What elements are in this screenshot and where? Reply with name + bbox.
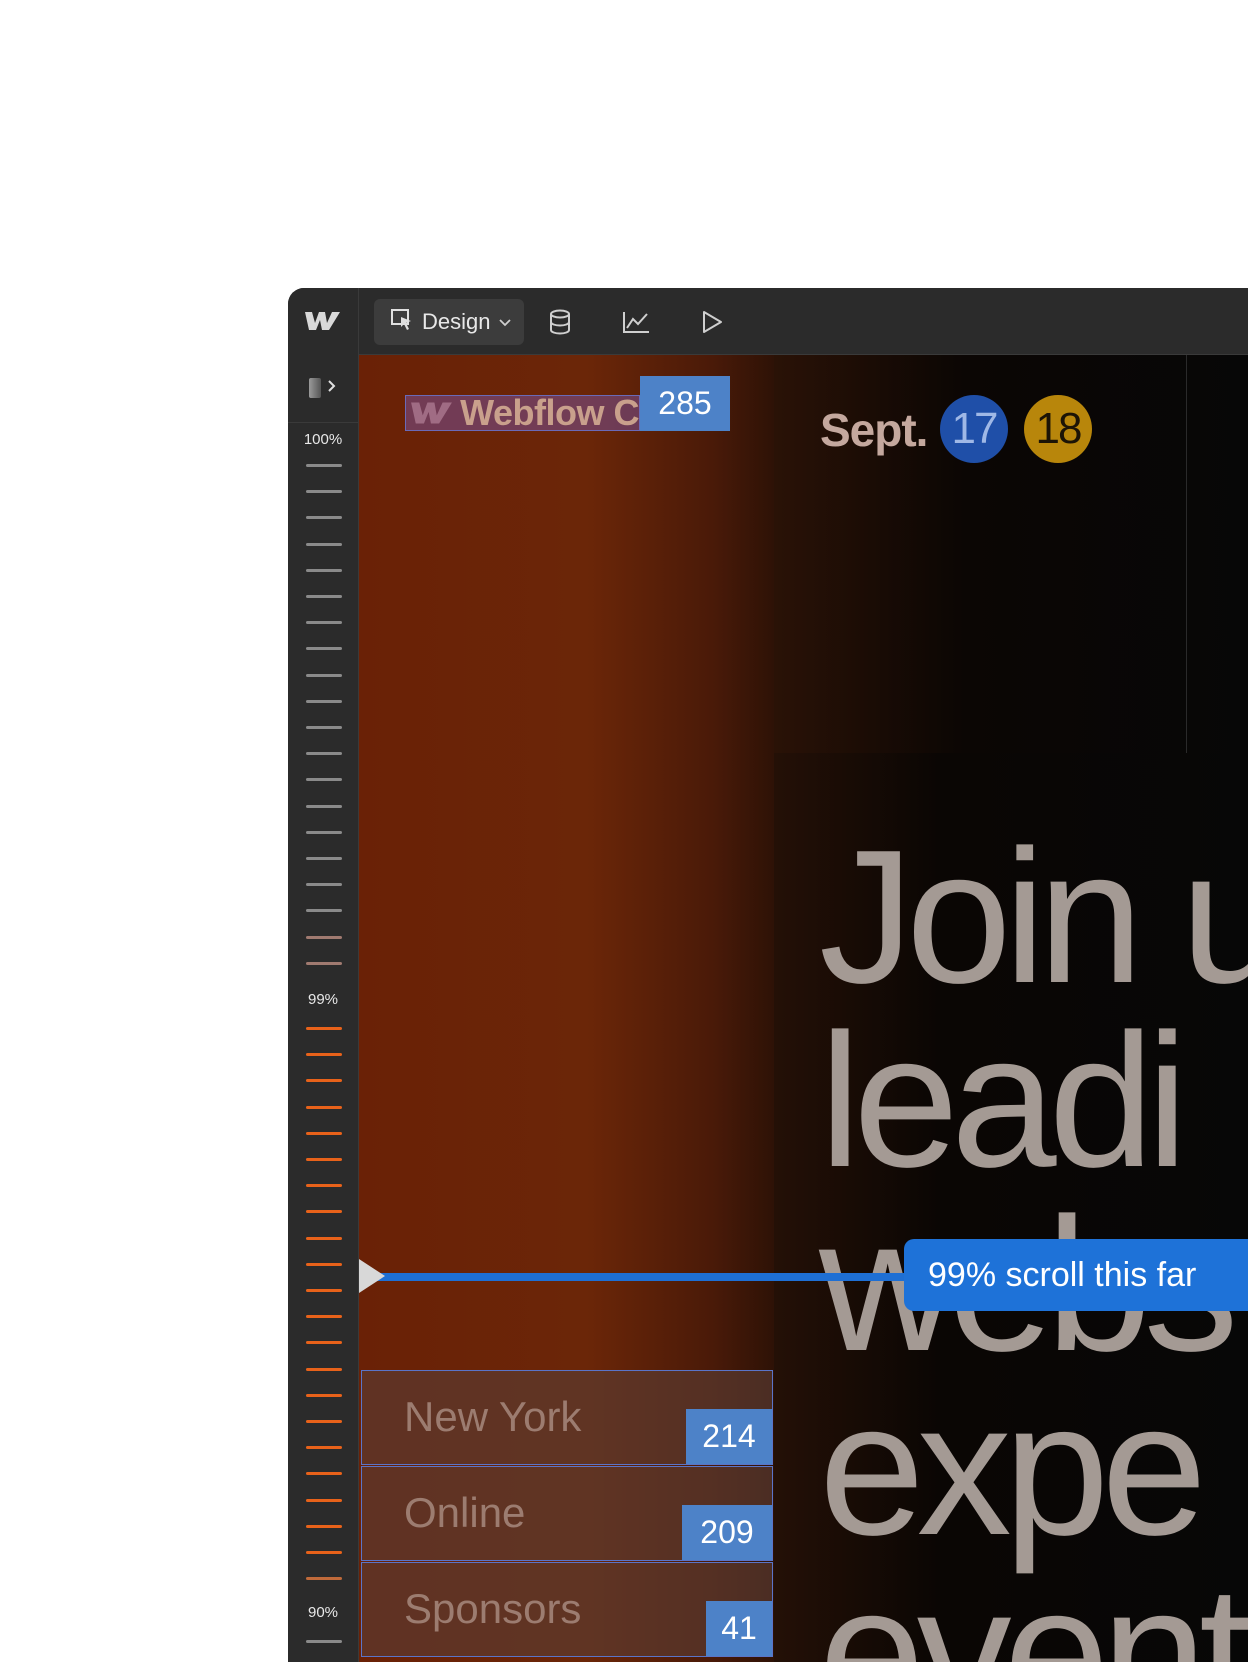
ruler-tick bbox=[306, 857, 342, 860]
top-toolbar: Design bbox=[288, 288, 1248, 355]
ruler-tick bbox=[306, 1315, 342, 1319]
list-item-label: Sponsors bbox=[404, 1585, 582, 1632]
ruler-tick bbox=[306, 568, 342, 572]
scroll-depth-line bbox=[359, 1273, 919, 1281]
ruler-tick bbox=[306, 752, 342, 756]
headline-line-1: Join u bbox=[819, 811, 1248, 1023]
scroll-depth-ruler: 100% 99% 90% bbox=[288, 354, 359, 1662]
ruler-tick bbox=[306, 1341, 342, 1345]
ruler-tick bbox=[306, 490, 342, 494]
month-label: Sept. bbox=[820, 404, 928, 456]
ruler-tick bbox=[306, 1105, 342, 1109]
ruler-tick bbox=[306, 1577, 342, 1581]
panel-icon bbox=[309, 378, 321, 398]
ruler-tick bbox=[306, 726, 342, 729]
ruler-tick bbox=[306, 647, 342, 651]
headline-line-5: event bbox=[819, 1547, 1248, 1662]
day-17-badge[interactable]: 17 bbox=[940, 395, 1008, 463]
day-18-badge[interactable]: 18 bbox=[1024, 395, 1092, 463]
chevron-down-icon bbox=[498, 309, 512, 335]
ruler-label-90: 90% bbox=[307, 1604, 339, 1621]
page-canvas: Webflow C 285 Sept. 17 18 Join u leadi w… bbox=[359, 355, 1248, 1662]
ruler-tick bbox=[306, 1551, 342, 1554]
ruler-tick bbox=[306, 1367, 342, 1371]
ruler-tick bbox=[306, 1640, 342, 1643]
ruler-tick bbox=[306, 673, 342, 677]
ruler-tick bbox=[306, 1524, 342, 1528]
ruler-tick bbox=[306, 1472, 342, 1476]
list-item-count: 209 bbox=[682, 1505, 772, 1560]
brand-click-count: 285 bbox=[640, 376, 730, 431]
column-divider bbox=[1186, 355, 1187, 753]
analytics-icon[interactable] bbox=[616, 302, 656, 342]
list-item-count: 214 bbox=[686, 1409, 772, 1464]
ruler-toggle[interactable] bbox=[288, 354, 358, 423]
scroll-depth-marker[interactable] bbox=[359, 1259, 385, 1293]
mode-label: Design bbox=[422, 309, 491, 334]
ruler-tick bbox=[306, 909, 342, 913]
design-mode-button[interactable]: Design bbox=[374, 299, 524, 345]
ruler-tick bbox=[306, 1262, 342, 1266]
ruler-tick bbox=[306, 621, 342, 625]
database-icon[interactable] bbox=[540, 302, 580, 342]
webflow-designer-window: Design 100% 99% 90% Webflow C 285 Sept. … bbox=[288, 288, 1248, 1662]
list-item-label: Online bbox=[404, 1489, 526, 1536]
list-item-online[interactable]: Online 209 bbox=[361, 1466, 773, 1561]
play-icon[interactable] bbox=[692, 302, 732, 342]
ruler-tick bbox=[306, 1158, 342, 1161]
list-item-count: 41 bbox=[706, 1601, 772, 1656]
ruler-tick bbox=[306, 961, 342, 965]
ruler-tick bbox=[306, 464, 342, 467]
ruler-tick bbox=[306, 830, 342, 834]
ruler-tick bbox=[306, 1184, 342, 1188]
cursor-select-icon bbox=[390, 307, 414, 337]
ruler-tick bbox=[306, 1393, 342, 1397]
ruler-label-99: 99% bbox=[307, 991, 339, 1008]
list-item-sponsors[interactable]: Sponsors 41 bbox=[361, 1562, 773, 1657]
ruler-tick bbox=[306, 699, 342, 703]
ruler-tick bbox=[306, 778, 342, 782]
webflow-logo-icon bbox=[411, 402, 452, 424]
ruler-tick bbox=[306, 883, 342, 887]
ruler-tick bbox=[306, 1131, 342, 1135]
ruler-tick bbox=[306, 1289, 342, 1292]
headline-line-4: expe bbox=[819, 1363, 1207, 1575]
ruler-tick bbox=[306, 1446, 342, 1450]
list-item-new-york[interactable]: New York 214 bbox=[361, 1370, 773, 1465]
ruler-tick bbox=[306, 804, 342, 808]
scroll-depth-tooltip: 99% scroll this far bbox=[904, 1239, 1248, 1311]
ruler-label-100: 100% bbox=[303, 431, 343, 448]
brand-element[interactable]: Webflow C bbox=[405, 395, 640, 431]
ruler-tick bbox=[306, 542, 342, 546]
ruler-tick bbox=[306, 1079, 342, 1083]
ruler-tick bbox=[306, 516, 342, 520]
ruler-tick bbox=[306, 1498, 342, 1502]
ruler-tick bbox=[306, 1236, 342, 1240]
ruler-tick bbox=[306, 935, 342, 939]
list-item-label: New York bbox=[404, 1393, 582, 1440]
chevron-right-icon bbox=[327, 379, 337, 398]
ruler-tick bbox=[306, 1053, 342, 1057]
ruler-tick bbox=[306, 1420, 342, 1423]
brand-text: Webflow C bbox=[460, 395, 639, 431]
ruler-tick bbox=[306, 1027, 342, 1030]
headline-line-2: leadi bbox=[819, 995, 1188, 1207]
webflow-logo[interactable] bbox=[288, 288, 359, 354]
ruler-tick bbox=[306, 595, 342, 598]
ruler-tick bbox=[306, 1210, 342, 1214]
